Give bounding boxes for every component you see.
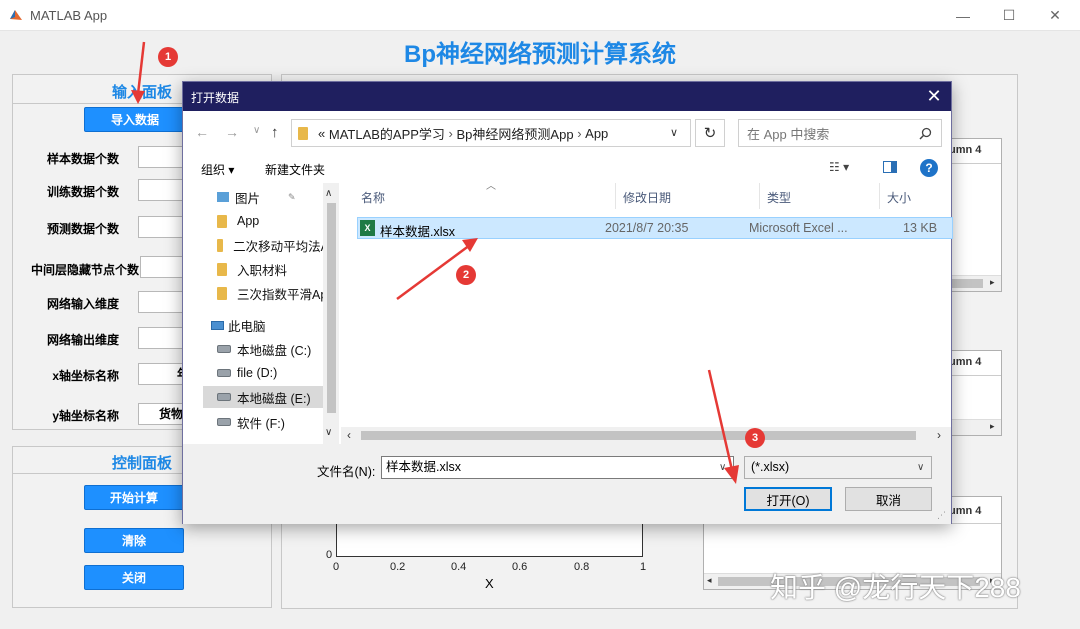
step-badge-2: 2: [456, 265, 476, 285]
step-badge-1: 1: [158, 47, 178, 67]
step-badge-3: 3: [745, 428, 765, 448]
annotation-arrow-1: [131, 41, 146, 104]
annotation-arrow-3: [707, 369, 739, 484]
watermark: 知乎 @龙行天下288: [770, 572, 1021, 603]
annotation-overlay: [131, 41, 739, 484]
